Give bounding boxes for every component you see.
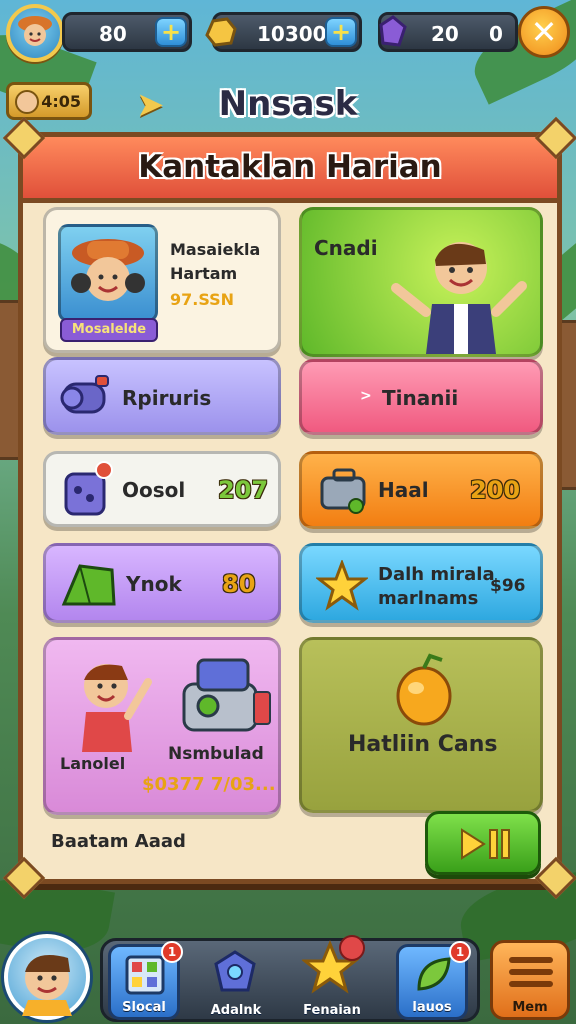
nav-item-inventory[interactable]: Adalnk — [200, 944, 272, 1020]
green-card-label: Cnadi — [314, 236, 378, 260]
gem-icon — [379, 15, 407, 47]
gold-value: 10300 — [257, 22, 327, 46]
gems-value: 20 — [431, 22, 459, 46]
quests-notification-badge: 1 — [449, 941, 471, 963]
machine-icon — [182, 658, 271, 732]
star-icon — [316, 560, 368, 611]
olive-label: Hatliin Cans — [348, 732, 498, 757]
purple1-label: Rpiruris — [122, 386, 212, 410]
explorer-portrait-icon — [58, 224, 158, 322]
pink-label: Tinanii — [382, 386, 459, 410]
profile-avatar-button[interactable] — [4, 934, 90, 1020]
gem-shield-icon — [214, 950, 256, 992]
profile-price: 97.SSN — [170, 290, 235, 309]
nav-label-shop: Slocal — [122, 1000, 166, 1015]
shop-grid-icon — [125, 955, 165, 995]
tent-icon — [61, 564, 116, 606]
menu-line-icon — [509, 957, 553, 963]
nav-label-inventory: Adalnk — [210, 1003, 262, 1018]
player-avatar[interactable] — [6, 4, 64, 62]
reward-card-white[interactable]: Oosol 207 — [43, 451, 281, 527]
menu-button[interactable]: Mem — [490, 940, 570, 1020]
cyan-label-line2: marlnams — [378, 588, 479, 609]
gold-counter: 10300 + — [205, 12, 362, 52]
white-value: 207 — [218, 476, 269, 504]
reward-card-green[interactable]: Cnadi — [299, 207, 543, 357]
gems-counter: 20 0 — [378, 12, 518, 52]
bundle-price: $0377 7/03... — [142, 774, 276, 795]
orange-value: 200 — [470, 476, 521, 504]
bundle-label-1: Lanolel — [60, 754, 126, 773]
cannon-icon — [60, 375, 109, 414]
reward-card-purple-2[interactable]: Ynok 80 — [43, 543, 281, 623]
menu-label: Mem — [512, 1000, 548, 1015]
white-label: Oosol — [122, 478, 186, 502]
event-star-icon — [302, 935, 365, 994]
orange-label: Haal — [378, 478, 429, 502]
page-title: Nnsask — [218, 84, 358, 124]
coins-counter: 80 + — [62, 12, 192, 52]
chevron-right-icon: > — [360, 388, 372, 404]
cyan-label-line1: Dalh mirala — [378, 564, 495, 585]
close-button[interactable]: ✕ — [518, 6, 570, 58]
panel-title: Kantaklan Harian — [138, 149, 442, 185]
plus-icon: + — [160, 18, 182, 46]
play-pause-button[interactable] — [425, 811, 541, 875]
reward-card-bundle[interactable]: Lanolel Nsmbulad $0377 7/03... — [43, 637, 281, 815]
gold-nugget-icon — [205, 17, 237, 47]
close-icon: ✕ — [530, 13, 558, 51]
bundle-label-2: Nsmbulad — [168, 744, 264, 764]
play-pause-icon — [461, 828, 510, 860]
nav-label-quests: lauos — [412, 1000, 452, 1015]
plus-icon: + — [330, 18, 352, 46]
profile-tag: Mosalelde — [60, 318, 158, 342]
reward-card-purple-1[interactable]: Rpiruris — [43, 357, 281, 435]
footer-label: Baatam Aaad — [51, 831, 186, 852]
add-gold-button[interactable]: + — [325, 17, 357, 47]
nav-item-events[interactable]: Fenaian — [296, 935, 368, 1020]
purple2-label: Ynok — [126, 572, 182, 596]
orange-fruit-icon — [396, 653, 452, 726]
toolbox-icon — [320, 468, 366, 514]
coins-value: 80 — [99, 22, 127, 46]
shop-notification-badge: 1 — [161, 941, 183, 963]
backpack-icon — [64, 461, 113, 516]
cyan-value: $96 — [490, 576, 526, 596]
nav-label-events: Fenaian — [303, 1003, 361, 1018]
leaf-icon — [417, 957, 451, 991]
profile-name-line1: Masaiekla — [170, 240, 261, 259]
menu-line-icon — [509, 969, 553, 975]
reward-card-orange[interactable]: Haal 200 — [299, 451, 543, 529]
reward-card-cyan[interactable]: Dalh mirala marlnams $96 — [299, 543, 543, 623]
reward-card-pink[interactable]: > Tinanii — [299, 359, 543, 435]
purple2-value: 80 — [222, 570, 256, 598]
reward-card-olive[interactable]: Hatliin Cans — [299, 637, 543, 813]
panel-header: Kantaklan Harian — [23, 137, 557, 203]
add-coins-button[interactable]: + — [155, 17, 187, 47]
menu-line-icon — [509, 981, 553, 987]
daily-panel: Kantaklan Harian Mosalelde Masaiekla Har… — [2, 116, 576, 900]
profile-card[interactable]: Mosalelde Masaiekla Hartam 97.SSN — [43, 207, 281, 353]
waving-character-icon — [391, 242, 527, 354]
profile-name-line2: Hartam — [170, 264, 238, 283]
gems-extra-value: 0 — [489, 22, 503, 46]
cheering-kid-icon — [82, 664, 152, 752]
player-face-icon — [18, 16, 52, 46]
nav-item-quests[interactable]: 1 lauos — [396, 941, 471, 1020]
nav-item-shop[interactable]: 1 Slocal — [108, 941, 183, 1020]
boy-face-icon — [22, 955, 72, 1016]
